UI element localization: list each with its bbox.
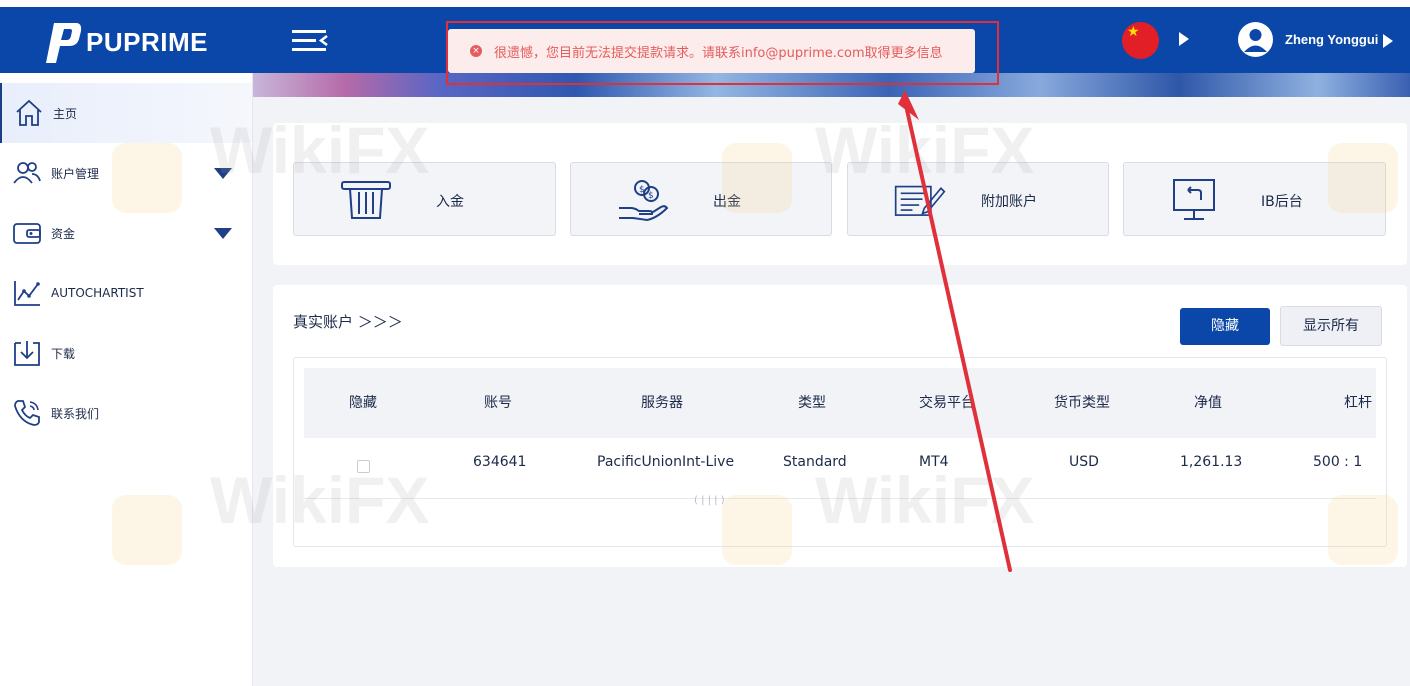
sidebar-item-download[interactable]: 下载 [0,323,252,383]
sidebar-item-home[interactable]: 主页 [0,83,252,143]
sidebar-item-account-management[interactable]: 账户管理 [0,143,252,203]
row-divider [304,498,1376,499]
sidebar-item-funds[interactable]: 资金 [0,203,252,263]
column-header: 交易平台 [919,395,975,411]
equity: 1,261.13 [1180,454,1243,470]
additional-account-button[interactable]: 附加账户 [847,162,1109,236]
document-edit-icon [894,185,946,216]
brand-logo[interactable]: PUPRIME [36,19,208,65]
hide-button[interactable]: 隐藏 [1180,308,1270,345]
chevron-down-icon[interactable] [214,227,232,239]
table-header: 隐藏 账号 服务器 类型 交易平台 货币类型 净值 杠杆 [304,368,1376,438]
withdraw-button[interactable]: $ $ 出金 [570,162,832,236]
sidebar-item-label: 账户管理 [51,166,100,181]
sidebar-item-label: AUTOCHARTIST [51,286,144,300]
brand-name: PUPRIME [86,26,208,57]
monitor-icon [1173,179,1215,220]
server-name: PacificUnionInt-Live [597,454,735,470]
home-icon [16,99,42,126]
account-type: Standard [783,454,847,470]
user-avatar-icon [1244,29,1267,52]
chevron-down-icon[interactable] [214,167,232,179]
column-header: 类型 [798,395,826,411]
sidebar: 主页 账户管理 资金 AUTOCHARTIST 下载 联系我们 [0,73,253,686]
phone-icon [14,400,40,426]
live-accounts-title[interactable]: 真实账户 ＞＞＞ [293,311,403,332]
top-strip [0,0,1410,7]
language-arrow-icon[interactable] [1179,32,1189,46]
menu-toggle-icon[interactable] [292,27,328,55]
column-header: 货币类型 [1054,395,1110,411]
sidebar-item-autochartist[interactable]: AUTOCHARTIST [0,263,252,323]
username-label[interactable]: Zheng Yonggui [1285,32,1378,47]
withdraw-label: 出金 [713,194,741,210]
avatar[interactable] [1238,22,1273,57]
sidebar-item-label: 联系我们 [51,406,100,421]
leverage: 500 : 1 [1313,454,1363,470]
wallet-icon [13,223,41,244]
svg-text:$: $ [648,191,654,201]
horizontal-scrollbar[interactable]: ( | | | ) [694,495,725,506]
column-header: 净值 [1194,395,1222,411]
account-number: 634641 [473,454,527,470]
accounts-table: 隐藏 账号 服务器 类型 交易平台 货币类型 净值 杠杆 634641 Paci… [293,357,1387,547]
currency: USD [1069,454,1099,470]
users-icon [13,162,41,184]
sidebar-item-contact-us[interactable]: 联系我们 [0,383,252,443]
column-header: 杠杆 [1344,395,1372,411]
download-icon [14,341,40,366]
hand-coins-icon: $ $ [619,180,669,222]
show-all-button[interactable]: 显示所有 [1280,306,1382,346]
hide-account-checkbox[interactable] [357,460,370,473]
annotation-highlight-box [446,21,999,85]
sidebar-item-label: 资金 [51,226,76,241]
flag-star-icon: ★ [1127,24,1140,40]
ib-portal-label: IB后台 [1261,194,1303,210]
language-flag-icon[interactable]: ★ [1122,22,1159,59]
column-header: 服务器 [641,395,683,411]
ib-portal-button[interactable]: IB后台 [1123,162,1386,236]
svg-text:$: $ [639,185,645,195]
sidebar-item-label: 主页 [53,106,78,121]
card-slot-icon [341,181,391,219]
column-header: 账号 [484,395,512,411]
sidebar-item-label: 下载 [51,346,76,361]
user-menu-arrow-icon[interactable] [1383,34,1393,48]
column-header: 隐藏 [349,395,377,411]
deposit-button[interactable]: 入金 [293,162,556,236]
puprime-logo-icon [46,23,82,63]
trading-platform: MT4 [919,454,949,470]
chart-line-icon [14,281,40,306]
additional-account-label: 附加账户 [981,194,1037,210]
deposit-label: 入金 [436,194,464,210]
